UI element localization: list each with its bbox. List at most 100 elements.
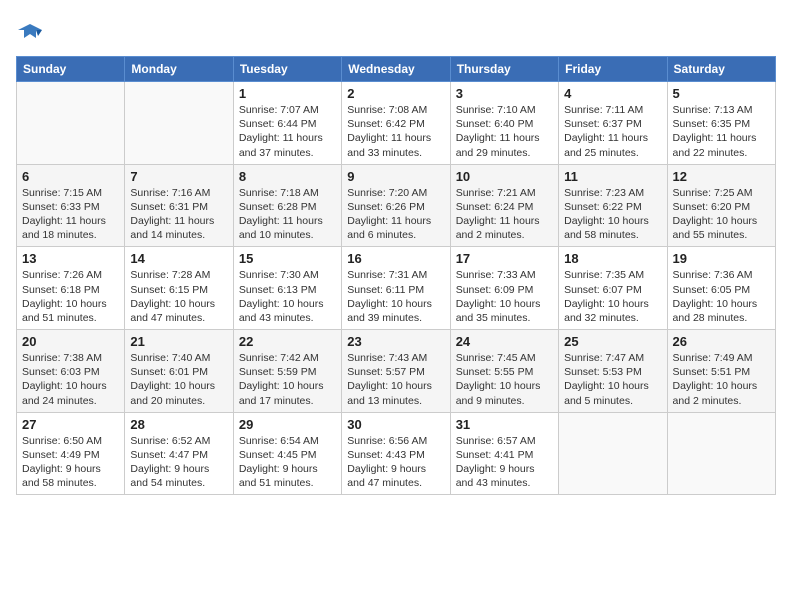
day-number: 18 [564, 251, 661, 266]
day-number: 4 [564, 86, 661, 101]
day-detail: Sunrise: 7:16 AM Sunset: 6:31 PM Dayligh… [130, 186, 227, 243]
day-detail: Sunrise: 6:50 AM Sunset: 4:49 PM Dayligh… [22, 434, 119, 491]
day-detail: Sunrise: 7:26 AM Sunset: 6:18 PM Dayligh… [22, 268, 119, 325]
calendar-cell: 5 Sunrise: 7:13 AM Sunset: 6:35 PM Daylig… [667, 82, 775, 165]
day-detail: Sunrise: 7:10 AM Sunset: 6:40 PM Dayligh… [456, 103, 553, 160]
day-number: 27 [22, 417, 119, 432]
header-friday: Friday [559, 57, 667, 82]
day-detail: Sunrise: 7:13 AM Sunset: 6:35 PM Dayligh… [673, 103, 770, 160]
day-number: 5 [673, 86, 770, 101]
day-detail: Sunrise: 7:21 AM Sunset: 6:24 PM Dayligh… [456, 186, 553, 243]
calendar-cell: 18 Sunrise: 7:35 AM Sunset: 6:07 PM Dayli… [559, 247, 667, 330]
day-number: 10 [456, 169, 553, 184]
calendar-cell: 28 Sunrise: 6:52 AM Sunset: 4:47 PM Dayli… [125, 412, 233, 495]
day-detail: Sunrise: 6:52 AM Sunset: 4:47 PM Dayligh… [130, 434, 227, 491]
day-number: 14 [130, 251, 227, 266]
calendar-cell: 6 Sunrise: 7:15 AM Sunset: 6:33 PM Daylig… [17, 164, 125, 247]
day-number: 31 [456, 417, 553, 432]
day-number: 29 [239, 417, 336, 432]
day-detail: Sunrise: 7:43 AM Sunset: 5:57 PM Dayligh… [347, 351, 444, 408]
day-number: 7 [130, 169, 227, 184]
day-number: 3 [456, 86, 553, 101]
calendar-table: SundayMondayTuesdayWednesdayThursdayFrid… [16, 56, 776, 495]
calendar-cell: 2 Sunrise: 7:08 AM Sunset: 6:42 PM Daylig… [342, 82, 450, 165]
day-detail: Sunrise: 7:18 AM Sunset: 6:28 PM Dayligh… [239, 186, 336, 243]
calendar-week-3: 13 Sunrise: 7:26 AM Sunset: 6:18 PM Dayli… [17, 247, 776, 330]
day-number: 2 [347, 86, 444, 101]
day-detail: Sunrise: 7:35 AM Sunset: 6:07 PM Dayligh… [564, 268, 661, 325]
day-detail: Sunrise: 7:15 AM Sunset: 6:33 PM Dayligh… [22, 186, 119, 243]
calendar-cell: 8Sunrise: 7:18 AM Sunset: 6:28 PM Daylig… [233, 164, 341, 247]
day-detail: Sunrise: 7:40 AM Sunset: 6:01 PM Dayligh… [130, 351, 227, 408]
day-detail: Sunrise: 7:07 AM Sunset: 6:44 PM Dayligh… [239, 103, 336, 160]
calendar-cell: 22 Sunrise: 7:42 AM Sunset: 5:59 PM Dayli… [233, 330, 341, 413]
day-detail: Sunrise: 7:33 AM Sunset: 6:09 PM Dayligh… [456, 268, 553, 325]
logo [16, 20, 46, 48]
day-number: 1 [239, 86, 336, 101]
calendar-cell: 30 Sunrise: 6:56 AM Sunset: 4:43 PM Dayli… [342, 412, 450, 495]
calendar-cell: 7 Sunrise: 7:16 AM Sunset: 6:31 PM Daylig… [125, 164, 233, 247]
day-detail: Sunrise: 7:42 AM Sunset: 5:59 PM Dayligh… [239, 351, 336, 408]
calendar-cell: 12 Sunrise: 7:25 AM Sunset: 6:20 PM Dayli… [667, 164, 775, 247]
calendar-cell: 4 Sunrise: 7:11 AM Sunset: 6:37 PM Daylig… [559, 82, 667, 165]
calendar-header-row: SundayMondayTuesdayWednesdayThursdayFrid… [17, 57, 776, 82]
calendar-cell: 10 Sunrise: 7:21 AM Sunset: 6:24 PM Dayli… [450, 164, 558, 247]
calendar-cell: 27 Sunrise: 6:50 AM Sunset: 4:49 PM Dayli… [17, 412, 125, 495]
day-detail: Sunrise: 7:36 AM Sunset: 6:05 PM Dayligh… [673, 268, 770, 325]
day-detail: Sunrise: 7:20 AM Sunset: 6:26 PM Dayligh… [347, 186, 444, 243]
calendar-cell: 25 Sunrise: 7:47 AM Sunset: 5:53 PM Dayli… [559, 330, 667, 413]
day-number: 30 [347, 417, 444, 432]
calendar-cell: 14 Sunrise: 7:28 AM Sunset: 6:15 PM Dayli… [125, 247, 233, 330]
calendar-cell: 1 Sunrise: 7:07 AM Sunset: 6:44 PM Daylig… [233, 82, 341, 165]
day-number: 19 [673, 251, 770, 266]
day-number: 9 [347, 169, 444, 184]
header-sunday: Sunday [17, 57, 125, 82]
day-number: 12 [673, 169, 770, 184]
header-wednesday: Wednesday [342, 57, 450, 82]
day-number: 15 [239, 251, 336, 266]
header-tuesday: Tuesday [233, 57, 341, 82]
day-detail: Sunrise: 6:54 AM Sunset: 4:45 PM Dayligh… [239, 434, 336, 491]
calendar-cell [125, 82, 233, 165]
calendar-cell: 31 Sunrise: 6:57 AM Sunset: 4:41 PM Dayli… [450, 412, 558, 495]
calendar-week-2: 6 Sunrise: 7:15 AM Sunset: 6:33 PM Daylig… [17, 164, 776, 247]
day-detail: Sunrise: 7:25 AM Sunset: 6:20 PM Dayligh… [673, 186, 770, 243]
logo-icon [16, 20, 44, 48]
header-monday: Monday [125, 57, 233, 82]
calendar-cell: 24Sunrise: 7:45 AM Sunset: 5:55 PM Dayli… [450, 330, 558, 413]
day-detail: Sunrise: 7:23 AM Sunset: 6:22 PM Dayligh… [564, 186, 661, 243]
calendar-cell [667, 412, 775, 495]
day-detail: Sunrise: 7:38 AM Sunset: 6:03 PM Dayligh… [22, 351, 119, 408]
calendar-cell: 15Sunrise: 7:30 AM Sunset: 6:13 PM Dayli… [233, 247, 341, 330]
day-detail: Sunrise: 6:57 AM Sunset: 4:41 PM Dayligh… [456, 434, 553, 491]
day-detail: Sunrise: 7:28 AM Sunset: 6:15 PM Dayligh… [130, 268, 227, 325]
day-detail: Sunrise: 7:08 AM Sunset: 6:42 PM Dayligh… [347, 103, 444, 160]
calendar-cell [17, 82, 125, 165]
calendar-week-4: 20Sunrise: 7:38 AM Sunset: 6:03 PM Dayli… [17, 330, 776, 413]
day-number: 22 [239, 334, 336, 349]
calendar-cell: 9 Sunrise: 7:20 AM Sunset: 6:26 PM Daylig… [342, 164, 450, 247]
calendar-cell: 21 Sunrise: 7:40 AM Sunset: 6:01 PM Dayli… [125, 330, 233, 413]
calendar-week-5: 27 Sunrise: 6:50 AM Sunset: 4:49 PM Dayli… [17, 412, 776, 495]
day-number: 21 [130, 334, 227, 349]
day-detail: Sunrise: 7:47 AM Sunset: 5:53 PM Dayligh… [564, 351, 661, 408]
calendar-cell [559, 412, 667, 495]
calendar-cell: 20Sunrise: 7:38 AM Sunset: 6:03 PM Dayli… [17, 330, 125, 413]
calendar-cell: 13 Sunrise: 7:26 AM Sunset: 6:18 PM Dayli… [17, 247, 125, 330]
calendar-cell: 26 Sunrise: 7:49 AM Sunset: 5:51 PM Dayli… [667, 330, 775, 413]
calendar-cell: 17Sunrise: 7:33 AM Sunset: 6:09 PM Dayli… [450, 247, 558, 330]
calendar-week-1: 1 Sunrise: 7:07 AM Sunset: 6:44 PM Daylig… [17, 82, 776, 165]
day-number: 28 [130, 417, 227, 432]
day-number: 26 [673, 334, 770, 349]
day-detail: Sunrise: 6:56 AM Sunset: 4:43 PM Dayligh… [347, 434, 444, 491]
day-number: 16 [347, 251, 444, 266]
day-number: 23 [347, 334, 444, 349]
day-detail: Sunrise: 7:49 AM Sunset: 5:51 PM Dayligh… [673, 351, 770, 408]
calendar-cell: 29 Sunrise: 6:54 AM Sunset: 4:45 PM Dayli… [233, 412, 341, 495]
day-detail: Sunrise: 7:11 AM Sunset: 6:37 PM Dayligh… [564, 103, 661, 160]
day-number: 13 [22, 251, 119, 266]
day-number: 6 [22, 169, 119, 184]
day-number: 24 [456, 334, 553, 349]
day-number: 25 [564, 334, 661, 349]
page-header [16, 16, 776, 48]
